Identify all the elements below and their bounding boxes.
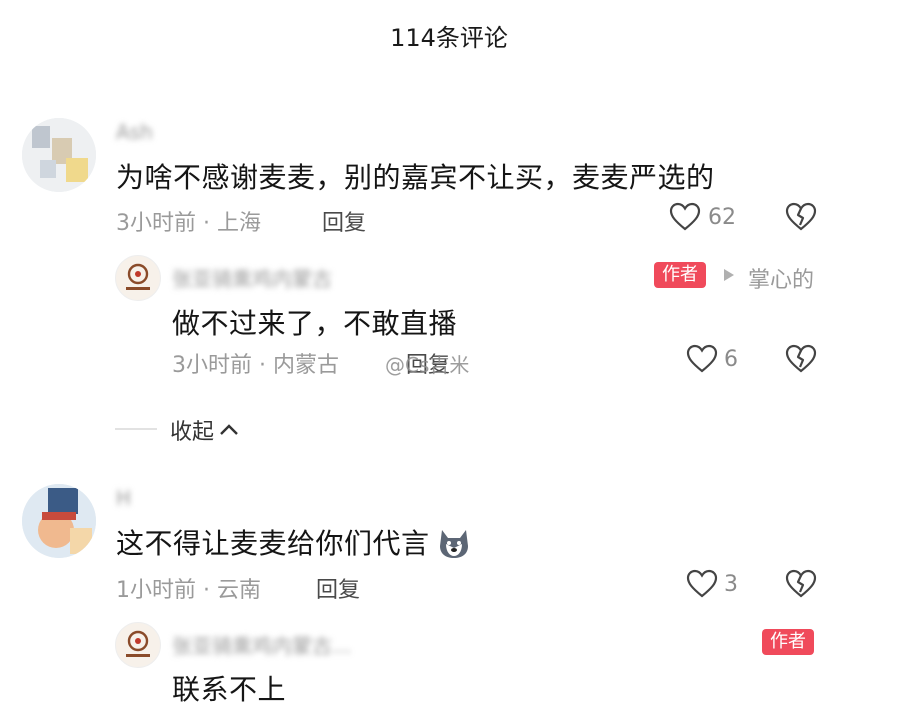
reply-text: 做不过来了，不敢直播 xyxy=(172,307,458,340)
reply-button[interactable]: 回复 xyxy=(322,205,366,237)
reply-meta: 3小时前 · 内蒙古 xyxy=(172,353,339,378)
collapse-label: 收起 xyxy=(170,420,215,445)
reply-to-username[interactable]: 掌心的 xyxy=(748,262,814,294)
collapse-divider xyxy=(115,428,157,430)
avatar-ash[interactable] xyxy=(22,118,96,192)
reply-username[interactable]: 张亚骑熏鸡内蒙古... xyxy=(172,630,732,659)
dislike-button[interactable] xyxy=(785,202,817,232)
reply-text: 联系不上 xyxy=(172,673,287,706)
heart-outline-icon xyxy=(686,569,718,598)
broken-heart-icon xyxy=(785,569,817,598)
dislike-button[interactable] xyxy=(785,344,817,374)
triangle-right-icon xyxy=(723,268,735,282)
like-button[interactable] xyxy=(669,202,701,232)
comment-text: 这不得让麦麦给你们代言 xyxy=(116,527,430,560)
comments-count-title: 114条评论 xyxy=(390,24,508,52)
reply-button[interactable]: 回复 xyxy=(316,572,360,604)
comment-text-row: 这不得让麦麦给你们代言 xyxy=(116,522,472,562)
like-count: 6 xyxy=(724,347,738,372)
broken-heart-icon xyxy=(785,202,817,231)
like-count: 3 xyxy=(724,572,738,597)
heart-outline-icon xyxy=(686,344,718,373)
comment-text: 为啥不感谢麦麦，别的嘉宾不让买，麦麦严选的 xyxy=(116,161,715,194)
reply-username[interactable]: 张亚骑熏鸡内蒙古 xyxy=(172,263,622,292)
like-button[interactable] xyxy=(686,569,718,599)
watermark: @Cs吉米 xyxy=(385,353,470,377)
author-badge: 作者 xyxy=(762,629,814,655)
chevron-up-icon xyxy=(220,424,238,435)
comment-username[interactable]: H xyxy=(116,486,131,510)
author-badge: 作者 xyxy=(654,262,706,288)
like-count: 62 xyxy=(708,205,736,230)
avatar-author[interactable] xyxy=(115,622,161,668)
heart-outline-icon xyxy=(669,202,701,231)
husky-emoji-icon xyxy=(439,530,468,558)
comment-meta: 1小时前 · 云南 xyxy=(116,578,261,603)
avatar-h[interactable] xyxy=(22,484,96,558)
avatar-author[interactable] xyxy=(115,255,161,301)
comment-username[interactable]: Ash xyxy=(116,120,153,144)
collapse-button[interactable]: 收起 xyxy=(170,414,240,446)
broken-heart-icon xyxy=(785,344,817,373)
comment-meta: 3小时前 · 上海 xyxy=(116,211,261,236)
like-button[interactable] xyxy=(686,344,718,374)
dislike-button[interactable] xyxy=(785,569,817,599)
